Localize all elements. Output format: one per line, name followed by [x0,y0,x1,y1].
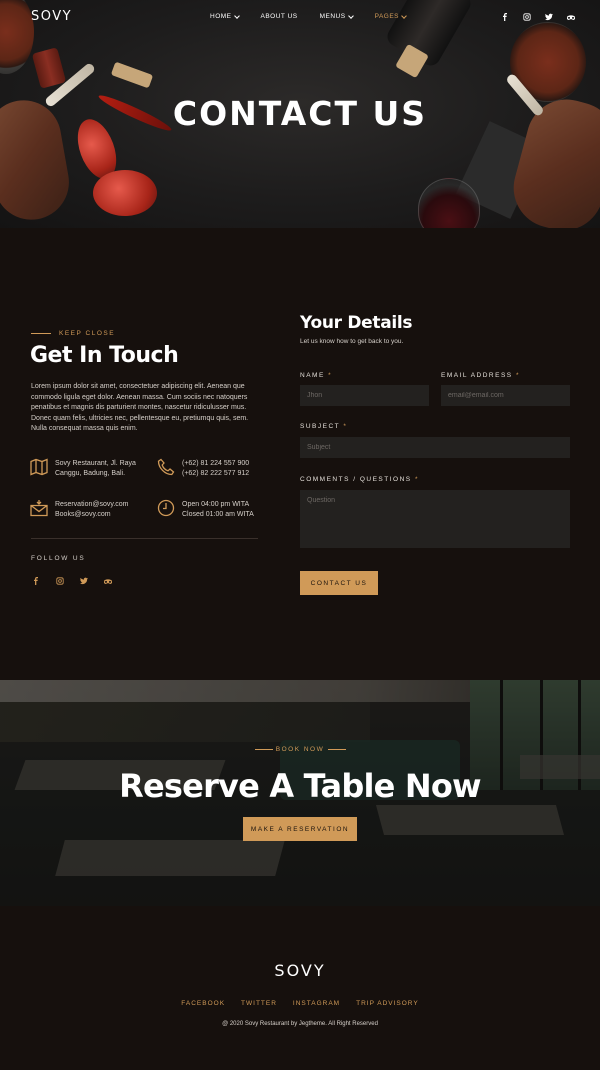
top-navigation: SOVY HOME ABOUT US MENUS PAGES [0,0,600,36]
nav-item-label: MENUS [319,13,346,20]
nav-item-menus[interactable]: MENUS [319,12,354,20]
form-title: Your Details [300,313,413,333]
address-line: Canggu, Badung, Bali. [55,470,126,477]
phone-info: (+62) 81 224 557 900 (+62) 82 222 577 91… [182,459,249,479]
footer-logo[interactable]: SOVY [0,961,600,980]
contact-social-links [31,576,113,586]
comments-label: COMMENTS / QUESTIONS * [300,476,419,483]
reserve-kicker: BOOK NOW [275,746,325,753]
contact-heading: Get In Touch [30,343,179,368]
clock-icon [157,499,175,517]
phone-line[interactable]: (+62) 81 224 557 900 [182,459,249,469]
email-info: Reservation@sovy.com Books@sovy.com [55,500,129,520]
label-text: NAME [300,372,325,379]
header-social-links [500,12,576,22]
required-mark: * [515,372,520,379]
mail-icon [30,499,48,517]
hours-info: Open 04:00 pm WITA Closed 01:00 am WITA [182,500,254,520]
required-mark: * [328,372,333,379]
instagram-icon[interactable] [55,576,65,586]
follow-us-label: FOLLOW US [31,555,86,562]
form-subtitle: Let us know how to get back to you. [300,338,404,345]
cork-image [110,61,154,89]
chevron-down-icon [401,12,407,19]
label-text: SUBJECT [300,423,340,430]
footer [0,906,600,1070]
chevron-down-icon [233,12,240,19]
map-icon [30,458,48,476]
footer-link-facebook[interactable]: FACEBOOK [181,1000,225,1007]
address-line: Sovy Restaurant, Jl. Raya [55,460,136,467]
nav-item-label: PAGES [374,13,400,20]
tomato-image [93,170,157,216]
nav-item-label: ABOUT US [260,13,298,20]
phone-line[interactable]: (+62) 82 222 577 912 [182,469,249,479]
hours-line: Open 04:00 pm WITA [182,501,250,508]
address-info: Sovy Restaurant, Jl. Raya Canggu, Badung… [55,459,136,479]
name-input[interactable] [300,385,429,406]
label-text: COMMENTS / QUESTIONS [300,476,412,483]
nav-item-home[interactable]: HOME [210,12,240,20]
page-title: CONTACT US [172,94,428,133]
instagram-icon[interactable] [522,12,532,22]
chevron-down-icon [347,12,354,19]
kicker-line [31,333,51,334]
required-mark: * [414,476,419,483]
facebook-icon[interactable] [31,576,41,586]
name-label: NAME * [300,372,332,379]
copyright: @ 2020 Sovy Restaurant by Jegtheme. All … [222,1021,378,1027]
nav-item-pages[interactable]: PAGES [374,12,407,20]
comments-textarea[interactable] [300,490,570,548]
footer-links: FACEBOOK TWITTER INSTAGRAM TRIP ADVISORY [0,1000,600,1007]
footer-link-trip-advisory[interactable]: TRIP ADVISORY [356,1000,419,1007]
make-reservation-button[interactable]: MAKE A RESERVATION [243,817,357,841]
divider [31,538,258,539]
phone-icon [157,458,175,476]
tripadvisor-icon[interactable] [566,12,576,22]
nav-item-about-us[interactable]: ABOUT US [261,13,298,20]
contact-kicker: KEEP CLOSE [59,330,116,337]
reserve-heading: Reserve A Table Now [119,767,481,805]
hours-line: Closed 01:00 am WITA [182,511,254,518]
site-logo[interactable]: SOVY [31,9,72,24]
footer-link-instagram[interactable]: INSTAGRAM [293,1000,340,1007]
nav-item-label: HOME [210,13,232,20]
email-input[interactable] [441,385,570,406]
tripadvisor-icon[interactable] [103,576,113,586]
email-label: EMAIL ADDRESS * [441,372,520,379]
subject-label: SUBJECT * [300,423,347,430]
subject-input[interactable] [300,437,570,458]
twitter-icon[interactable] [544,12,554,22]
main-menu: HOME ABOUT US MENUS PAGES [210,12,428,20]
twitter-icon[interactable] [79,576,89,586]
contact-us-button[interactable]: CONTACT US [300,571,378,595]
required-mark: * [343,423,348,430]
footer-link-twitter[interactable]: TWITTER [241,1000,277,1007]
contact-description: Lorem ipsum dolor sit amet, consectetuer… [31,383,249,432]
facebook-icon[interactable] [500,12,510,22]
email-line[interactable]: Books@sovy.com [55,510,129,520]
label-text: EMAIL ADDRESS [441,372,513,379]
email-line[interactable]: Reservation@sovy.com [55,500,129,510]
spice-jar-image [31,47,67,89]
